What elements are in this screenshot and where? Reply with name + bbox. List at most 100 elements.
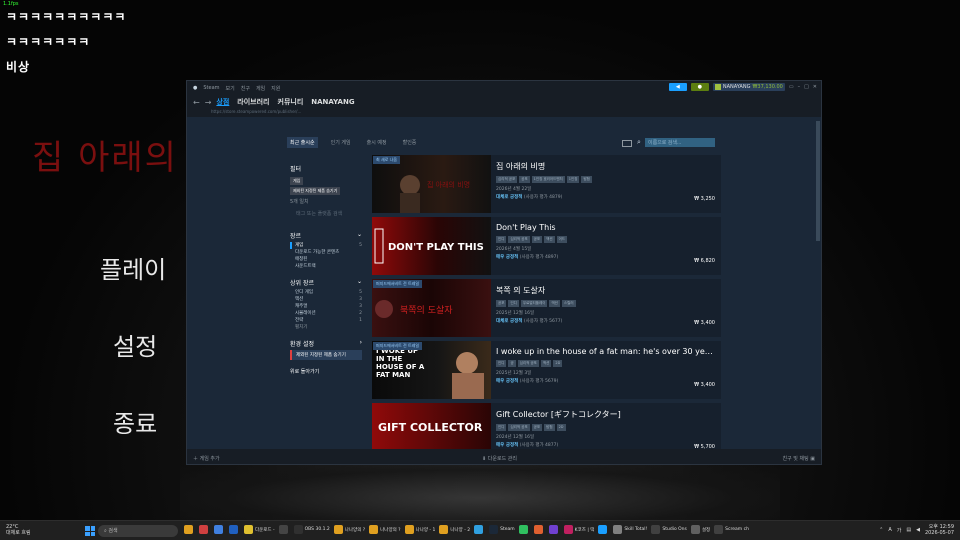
game-title[interactable]: Don't Play This — [496, 223, 716, 232]
game-tag[interactable]: 탐험 — [581, 176, 592, 183]
game-tag[interactable]: 탐험 — [544, 424, 555, 431]
taskbar-app[interactable]: 나나양 - 2 — [439, 525, 470, 534]
bigpicture-icon[interactable]: ▭ — [789, 84, 794, 90]
network-icon[interactable]: ▤ — [906, 527, 911, 533]
game-tag[interactable]: 스릴러 — [561, 300, 576, 307]
game-tag[interactable]: 인디 — [496, 236, 507, 243]
game-row[interactable]: I WOKE UP IN THE HOUSE OF A FAT MAN 퍼지드에… — [372, 341, 721, 399]
game-tag[interactable]: 심리적 공포 — [517, 360, 539, 367]
game-tag[interactable]: 공포 — [531, 236, 543, 243]
clock[interactable]: 오후 12:59 2026-05-07 — [925, 524, 954, 536]
filter-chip[interactable]: 게임 — [290, 177, 304, 185]
filter-chip[interactable]: 제외된 지정된 제품 숨기기 — [290, 187, 341, 195]
game-row[interactable]: 북쪽의 도살자 퍼지드에서비트 전 트레일 복쪽 의 도살자 공포 인디 무료멀… — [372, 279, 721, 337]
type-item[interactable]: 사운드트랙 — [290, 263, 362, 270]
friends-chat-button[interactable]: 친구 및 채팅 ▣ — [782, 455, 815, 462]
tab-newest[interactable]: 최근 출시순 — [287, 137, 318, 148]
tag-item[interactable]: 전략 1 — [290, 317, 362, 324]
ime-icon[interactable]: A — [888, 527, 891, 533]
type-section[interactable]: 장르 ⌄ — [290, 231, 362, 240]
taskbar-search[interactable]: ⌕ 검색 — [98, 525, 178, 537]
add-game-button[interactable]: ＋ 게임 추가 — [193, 455, 220, 462]
game-title[interactable]: 집 아래의 비명 — [496, 161, 716, 172]
taskbar-app[interactable]: 나나양의 ? — [369, 525, 401, 534]
game-tag[interactable]: 인디 — [496, 424, 507, 431]
windows-start-icon[interactable] — [85, 526, 95, 536]
notification-icon[interactable]: ● — [690, 83, 709, 91]
game-row[interactable]: 집 아래의 비명 최 새로 나옴 집 아래의 비명 심리적 공포 공포 1인칭 … — [372, 155, 721, 213]
account-menu[interactable]: NANAYANG ₩37,130.00 — [712, 83, 785, 91]
game-tag[interactable]: 인디 — [508, 300, 519, 307]
game-tag[interactable]: 1인칭 호러어드벤처 — [531, 176, 565, 183]
broadcast-icon[interactable]: ◀ — [668, 83, 687, 91]
menu-view[interactable]: 보기 — [226, 85, 235, 92]
type-item[interactable]: 애청된 — [290, 256, 362, 263]
taskbar-app[interactable]: 다운로드 - — [244, 525, 275, 534]
settings-section[interactable]: 환경 설정 › — [290, 339, 362, 348]
grid-view-icon[interactable] — [622, 140, 632, 147]
search-icon[interactable]: ⌕ — [637, 138, 641, 147]
game-tag[interactable]: 공포 — [519, 176, 530, 183]
taskbar-app[interactable]: Skill Total! — [613, 525, 647, 534]
tag-item[interactable]: 캐주얼 3 — [290, 303, 362, 310]
volume-icon[interactable]: ◀ — [916, 527, 920, 533]
taskbar-app[interactable]: 나나양 - 1 — [404, 525, 435, 534]
tag-item[interactable]: 시뮬레이션 2 — [290, 310, 362, 317]
game-tag[interactable]: 액션 — [544, 236, 555, 243]
taskbar-app[interactable] — [199, 525, 210, 534]
taskbar-app[interactable]: 나나양의 ? — [333, 525, 365, 534]
maximize-icon[interactable]: □ — [804, 84, 809, 90]
taskbar-app[interactable] — [278, 525, 290, 534]
taskbar-app[interactable]: 설정 — [690, 525, 710, 534]
game-title[interactable]: I woke up in the house of a fat man: he'… — [496, 347, 716, 356]
game-tag[interactable]: 액션 — [549, 300, 560, 307]
taskbar-app[interactable] — [214, 525, 225, 534]
nav-tab-store[interactable]: 상점 — [216, 97, 229, 107]
tag-item[interactable]: 액션 3 — [290, 296, 362, 303]
type-item[interactable]: 게임 5 — [290, 242, 362, 249]
settings-menu-item[interactable]: 설정 — [113, 327, 157, 362]
tag-item[interactable]: 인디 게임 5 — [290, 289, 362, 296]
game-tag[interactable]: 무료멀티플레이 — [520, 300, 548, 307]
expand-link[interactable]: 펼치기 — [290, 324, 362, 331]
hide-excluded-toggle[interactable]: 제외된 지정된 제품 숨기기 — [290, 350, 362, 360]
nav-tab-community[interactable]: 커뮤니티 — [278, 97, 304, 107]
taskbar-app[interactable]: Scream ch — [714, 525, 749, 534]
taskbar-app[interactable] — [474, 525, 485, 534]
back-arrow-icon[interactable]: ← — [193, 98, 200, 107]
play-menu-item[interactable]: 플레이 — [100, 250, 166, 285]
taskbar-app[interactable]: OBS 30.1.2 — [293, 525, 330, 534]
scrollbar-thumb[interactable] — [816, 121, 820, 241]
minimize-icon[interactable]: – — [798, 84, 801, 90]
tab-upcoming[interactable]: 출시 예정 — [364, 137, 390, 148]
downloads-button[interactable]: ⬇ 다운로드 관리 — [482, 455, 517, 462]
taskbar-app[interactable] — [229, 525, 240, 534]
game-tag[interactable]: 공포 — [531, 424, 543, 431]
taskbar-app[interactable] — [548, 525, 560, 534]
menu-games[interactable]: 게임 — [256, 85, 265, 92]
tab-popular[interactable]: 인기 게임 — [328, 137, 354, 148]
top-tags-section[interactable]: 상위 장르 ⌄ — [290, 278, 362, 287]
taskbar-app[interactable]: K코즈 | 떡 — [563, 525, 594, 534]
game-tag[interactable]: 인디 — [496, 360, 507, 367]
menu-friends[interactable]: 친구 — [241, 85, 250, 92]
game-tag[interactable]: 심리적 공포 — [508, 424, 530, 431]
tab-discount[interactable]: 할인중 — [400, 137, 420, 148]
tag-search-field[interactable]: 태그 또는 플랫폼 검색 — [296, 210, 362, 217]
type-item[interactable]: 다운로드 가능한 콘텐츠 — [290, 249, 362, 256]
taskbar-app[interactable] — [598, 525, 609, 534]
taskbar-app[interactable] — [184, 525, 195, 534]
store-search-input[interactable] — [645, 138, 715, 147]
game-tag[interactable]: 어드 — [556, 236, 568, 243]
chevron-up-icon[interactable]: ⌃ — [879, 527, 883, 533]
forward-arrow-icon[interactable]: → — [205, 98, 212, 107]
game-tag[interactable]: 2D — [556, 424, 566, 431]
game-title[interactable]: 복쪽 의 도살자 — [496, 285, 716, 296]
nav-tab-profile[interactable]: NANAYANG — [311, 98, 354, 106]
weather-widget[interactable]: 22°C 대체로 흐림 — [6, 524, 31, 536]
taskbar-app[interactable]: Steam — [489, 525, 515, 534]
game-tag[interactable]: 2D — [553, 360, 563, 367]
url-bar[interactable]: https://store.steampowered.com/publisher… — [211, 109, 301, 114]
game-tag[interactable]: 심리적 공포 — [508, 236, 530, 243]
back-to-top-link[interactable]: 위로 돌아가기 — [290, 368, 362, 375]
